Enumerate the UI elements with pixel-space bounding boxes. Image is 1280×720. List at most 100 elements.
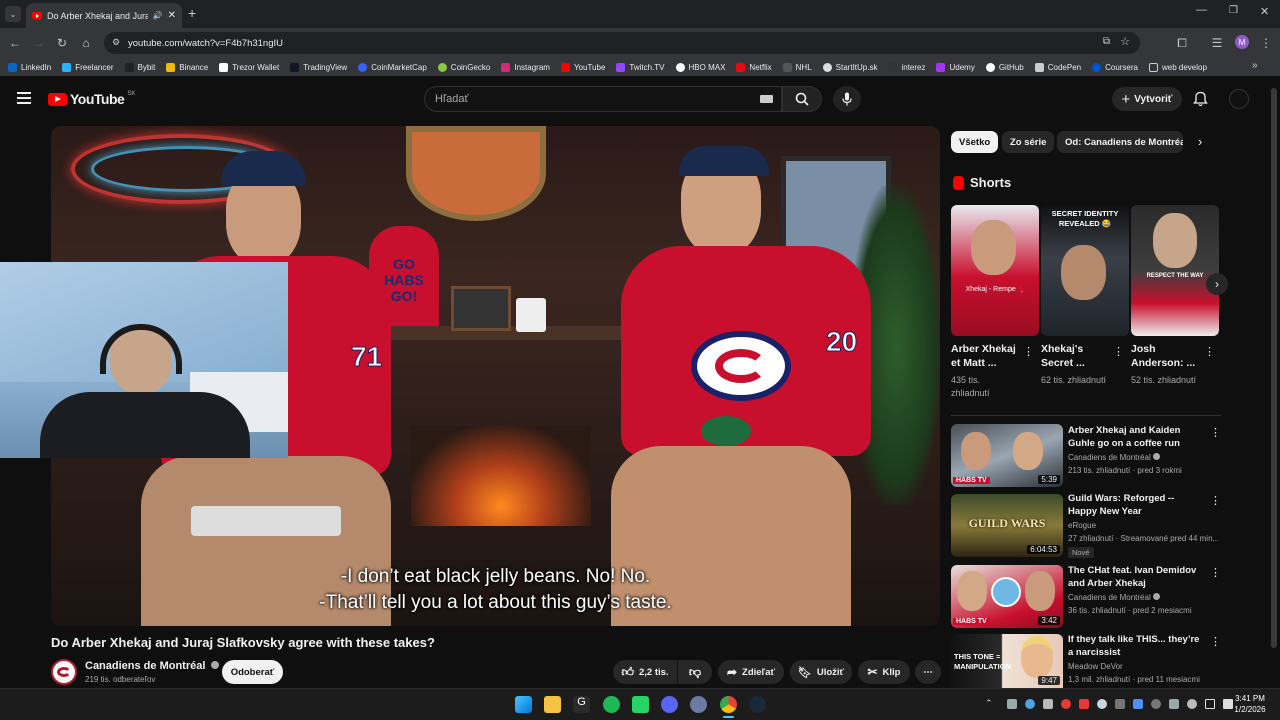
chip-all[interactable]: Všetko [951, 131, 999, 153]
tray-app-icon[interactable] [1097, 699, 1107, 709]
video-channel[interactable]: Meadow DeVor [1068, 662, 1218, 671]
bookmark-trezor[interactable]: Trezor Wallet [219, 62, 279, 72]
file-explorer-icon[interactable] [544, 696, 561, 713]
new-tab-button[interactable]: + [188, 5, 196, 21]
tab-close-icon[interactable]: ✕ [168, 10, 176, 21]
bookmark-binance[interactable]: Binance [166, 62, 208, 72]
bookmark-startitup[interactable]: StartItUp.sk [822, 62, 877, 72]
short-thumbnail[interactable]: RESPECT THE WAY [1131, 205, 1219, 336]
video-title-link[interactable]: Arber Xhekaj and Kaiden Guhle go on a co… [1068, 424, 1202, 450]
save-button[interactable]: 🔖︎ Uložiť [790, 660, 852, 684]
video-menu-icon[interactable]: ⋮ [1210, 494, 1221, 507]
page-scrollbar[interactable] [1271, 88, 1277, 648]
video-title-link[interactable]: Guild Wars: Reforged -- Happy New Year [1068, 492, 1202, 518]
speaker-icon[interactable]: 🔊 [153, 11, 163, 20]
taskbar-clock[interactable]: 3:41 PM 1/2/2026 [1230, 693, 1270, 715]
tray-overflow-icon[interactable]: ⌃ [985, 698, 993, 709]
bookmark-codepen[interactable]: CodePen [1034, 62, 1081, 72]
video-title-link[interactable]: The CHat feat. Ivan Demidov and Arber Xh… [1068, 564, 1202, 590]
tray-app-icon[interactable] [1007, 699, 1017, 709]
notifications-bell-icon[interactable] [1193, 91, 1208, 107]
short-menu-icon[interactable]: ⋮ [1023, 345, 1034, 358]
extensions-icon[interactable]: ⧠ [1173, 34, 1191, 52]
video-menu-icon[interactable]: ⋮ [1210, 566, 1221, 579]
search-button[interactable] [782, 86, 822, 112]
spotify-icon[interactable] [603, 696, 620, 713]
chrome-icon[interactable] [720, 696, 737, 713]
short-title[interactable]: Josh Anderson: ... [1131, 342, 1201, 370]
video-channel[interactable]: Canadiens de Montréal [1068, 593, 1218, 602]
bookmark-instagram[interactable]: Instagram [501, 62, 550, 72]
reload-icon[interactable]: ↻ [53, 34, 71, 52]
video-thumbnail[interactable]: HABS TV 3:42 [951, 565, 1063, 628]
app-icon[interactable] [690, 696, 707, 713]
tray-app-icon[interactable] [1079, 699, 1089, 709]
bookmark-netflix[interactable]: Netflix [736, 62, 772, 72]
chip-series[interactable]: Zo série [1002, 131, 1055, 153]
site-info-icon[interactable]: ⚙ [112, 37, 120, 48]
clip-button[interactable]: ✂ Klip [858, 660, 910, 684]
bookmark-coingecko[interactable]: CoinGecko [437, 62, 490, 72]
bookmark-coinmarketcap[interactable]: CoinMarketCap [358, 62, 427, 72]
bookmark-bybit[interactable]: Bybit [124, 62, 155, 72]
network-icon[interactable] [1205, 699, 1215, 709]
youtube-logo[interactable]: YouTube SK [48, 91, 135, 107]
forward-icon[interactable]: → [30, 34, 48, 52]
bookmark-interez[interactable]: interez [888, 62, 925, 72]
tab-groups-icon[interactable]: ☰ [1208, 34, 1226, 52]
share-button[interactable]: ➦ Zdieľať [718, 660, 784, 684]
windows-start-icon[interactable] [515, 696, 532, 713]
bookmark-folder-webdevelop[interactable]: web develop [1149, 62, 1207, 72]
video-thumbnail[interactable]: GUILD WARS 6:04:53 [951, 494, 1063, 557]
bluetooth-icon[interactable] [1133, 699, 1143, 709]
keyboard-icon[interactable] [760, 95, 773, 103]
video-title-link[interactable]: If they talk like THIS... they’re a narc… [1068, 633, 1202, 659]
bookmark-udemy[interactable]: Udemy [936, 62, 975, 72]
tray-app-icon[interactable] [1025, 699, 1035, 709]
bookmark-github[interactable]: GitHub [985, 62, 1024, 72]
short-menu-icon[interactable]: ⋮ [1113, 345, 1124, 358]
video-thumbnail[interactable]: HABS TV 5:39 [951, 424, 1063, 487]
bookmark-star-icon[interactable]: ☆ [1120, 35, 1130, 48]
discord-icon[interactable] [661, 696, 678, 713]
video-menu-icon[interactable]: ⋮ [1210, 635, 1221, 648]
browser-tab[interactable]: Do Arber Xhekaj and Juraj Sla 🔊 ✕ [26, 3, 182, 28]
short-title[interactable]: Xhekaj's Secret ... [1041, 342, 1111, 370]
tray-app-icon[interactable] [1151, 699, 1161, 709]
tray-app-icon[interactable] [1043, 699, 1053, 709]
short-menu-icon[interactable]: ⋮ [1204, 345, 1215, 358]
bookmarks-overflow-icon[interactable]: » [1252, 60, 1258, 71]
voice-search-button[interactable] [833, 86, 861, 112]
video-channel[interactable]: eRogue [1068, 521, 1218, 530]
bookmark-hbomax[interactable]: HBO MAX [675, 62, 725, 72]
app-icon[interactable]: G [573, 696, 590, 713]
close-window-button[interactable]: ✕ [1260, 5, 1269, 18]
whatsapp-icon[interactable] [632, 696, 649, 713]
bookmark-tradingview[interactable]: TradingView [290, 62, 347, 72]
video-menu-icon[interactable]: ⋮ [1210, 426, 1221, 439]
account-avatar[interactable] [1229, 89, 1249, 109]
dislike-button[interactable]: 👎︎ [678, 660, 712, 684]
bookmark-youtube[interactable]: YouTube [560, 62, 605, 72]
address-bar[interactable]: ⚙ youtube.com/watch?v=F4b7h31ngIU ⧉ ☆ [104, 32, 1140, 54]
bookmark-coursera[interactable]: Coursera [1092, 62, 1138, 72]
subscribe-button[interactable]: Odoberať [222, 660, 283, 684]
channel-name[interactable]: Canadiens de Montréal [85, 660, 220, 672]
tray-app-icon[interactable] [1061, 699, 1071, 709]
tab-search-button[interactable]: ⌄ [5, 6, 21, 22]
video-thumbnail[interactable]: THIS TONE = MANIPULATION 9:47 [951, 634, 1063, 688]
steam-icon[interactable] [749, 696, 766, 713]
restore-button[interactable]: ❐ [1229, 5, 1238, 16]
bookmark-twitch[interactable]: Twitch.TV [616, 62, 665, 72]
tray-app-icon[interactable] [1115, 699, 1125, 709]
create-button[interactable]: + Vytvoriť [1112, 87, 1182, 111]
minimize-button[interactable]: — [1196, 4, 1207, 16]
search-input[interactable]: Hľadať [424, 86, 782, 112]
channel-avatar[interactable] [51, 659, 77, 685]
profile-avatar[interactable]: M [1235, 35, 1249, 49]
browser-menu-icon[interactable]: ⋮ [1257, 34, 1275, 52]
install-app-icon[interactable]: ⧉ [1103, 36, 1110, 47]
hamburger-menu-icon[interactable] [17, 92, 31, 104]
short-thumbnail[interactable]: Xhekaj - Rempe 🥊 [951, 205, 1039, 336]
tray-app-icon[interactable] [1169, 699, 1179, 709]
